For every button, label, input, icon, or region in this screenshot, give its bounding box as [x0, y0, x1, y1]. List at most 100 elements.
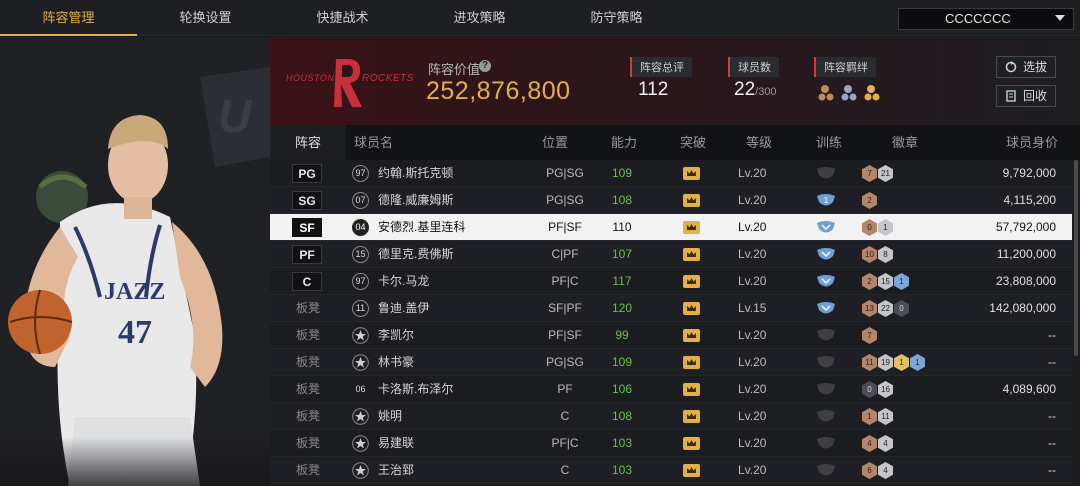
- team-dropdown[interactable]: CCCCCCC: [898, 8, 1074, 30]
- training-icon[interactable]: [815, 246, 837, 263]
- player-value: 11,200,000: [996, 247, 1056, 261]
- table-row[interactable]: SG 07 德隆.威廉姆斯 PG|SG 108 Lv.20 1 2 4,115,200: [270, 187, 1072, 214]
- player-name[interactable]: 李凯尔: [378, 322, 414, 349]
- player-ability: 117: [612, 274, 632, 288]
- col-lineup: 阵容: [270, 125, 346, 160]
- col-ability: 能力: [611, 135, 638, 150]
- col-value: 球员身价: [1006, 135, 1059, 150]
- player-value: --: [1048, 463, 1056, 477]
- recycle-button[interactable]: 回收: [996, 85, 1056, 107]
- lineup-value-label: 阵容价值: [428, 62, 481, 77]
- bond-icons[interactable]: [818, 83, 888, 103]
- player-name[interactable]: 姚明: [378, 403, 402, 430]
- training-icon[interactable]: [815, 273, 837, 290]
- table-row[interactable]: SF 04 安德烈.基里连科 PF|SF 110 Lv.20 0 1 57,792,000: [270, 214, 1072, 241]
- breakthrough-crown-icon[interactable]: [683, 275, 700, 288]
- player-name[interactable]: 安德烈.基里连科: [378, 214, 465, 241]
- training-icon[interactable]: [815, 381, 837, 398]
- breakthrough-crown-icon[interactable]: [683, 356, 700, 369]
- lineup-slot-badge: SG: [292, 191, 322, 210]
- player-name[interactable]: 约翰.斯托克顿: [378, 160, 453, 187]
- table-row[interactable]: 板凳 王治郅 C 103 Lv.20 6 4 --: [270, 457, 1072, 484]
- bench-label: 板凳: [296, 463, 321, 477]
- training-icon[interactable]: [815, 408, 837, 425]
- breakthrough-crown-icon[interactable]: [683, 248, 700, 261]
- training-icon[interactable]: 1: [815, 192, 837, 209]
- tab-offense-strategy[interactable]: 进攻策略: [411, 0, 548, 36]
- table-row[interactable]: C 97 卡尔.马龙 PF|C 117 Lv.20 2 15 1 23,808,000: [270, 268, 1072, 295]
- player-name[interactable]: 卡尔.马龙: [378, 268, 429, 295]
- player-level: Lv.20: [738, 409, 767, 423]
- breakthrough-crown-icon[interactable]: [683, 437, 700, 450]
- breakthrough-crown-icon[interactable]: [683, 194, 700, 207]
- table-row[interactable]: 板凳 姚明 C 108 Lv.20 1 11 --: [270, 403, 1072, 430]
- badge-icon: 1: [862, 408, 877, 425]
- breakthrough-crown-icon[interactable]: [683, 167, 700, 180]
- badge-icon: 11: [878, 408, 893, 425]
- col-badges: 徽章: [892, 135, 919, 150]
- select-button[interactable]: 选拔: [996, 56, 1056, 78]
- training-icon[interactable]: [815, 219, 837, 236]
- bench-label: 板凳: [296, 301, 321, 315]
- jersey-number: 07: [352, 192, 369, 209]
- stat-player-count: 球员数 22/300: [728, 57, 779, 100]
- table-row[interactable]: 板凳 06 卡洛斯.布泽尔 PF 106 Lv.20 0 16 4,089,600: [270, 376, 1072, 403]
- player-ability: 103: [611, 463, 633, 477]
- player-level: Lv.20: [738, 220, 767, 234]
- player-ability: 120: [611, 301, 633, 315]
- badge-icon: 0: [862, 381, 877, 398]
- breakthrough-crown-icon[interactable]: [683, 302, 700, 315]
- col-name: 球员名: [354, 135, 394, 150]
- table-row[interactable]: 板凳 林书豪 PG|SG 109 Lv.20 11 19 1 1 --: [270, 349, 1072, 376]
- training-icon[interactable]: [815, 354, 837, 371]
- table-row[interactable]: 板凳 李凯尔 PF|SF 99 Lv.20 7 --: [270, 322, 1072, 349]
- breakthrough-crown-icon[interactable]: [683, 221, 700, 234]
- training-icon[interactable]: [815, 327, 837, 344]
- help-icon[interactable]: ?: [479, 60, 491, 72]
- jersey-number: 47: [118, 314, 152, 351]
- scrollbar[interactable]: [1074, 160, 1078, 356]
- player-ability: 107: [611, 247, 633, 261]
- player-name[interactable]: 卡洛斯.布泽尔: [378, 376, 453, 403]
- tab-defense-strategy[interactable]: 防守策略: [548, 0, 685, 36]
- player-name[interactable]: 鲁迪.盖伊: [378, 295, 429, 322]
- bench-label: 板凳: [296, 328, 321, 342]
- training-icon[interactable]: [815, 435, 837, 452]
- player-name[interactable]: 林书豪: [378, 349, 414, 376]
- breakthrough-crown-icon[interactable]: [683, 329, 700, 342]
- breakthrough-crown-icon[interactable]: [683, 464, 700, 477]
- player-position: PF|SF: [548, 328, 582, 342]
- player-name[interactable]: 德里克.费佛斯: [378, 241, 453, 268]
- roster-table-header: 阵容 球员名 位置 能力 突破 等级 训练 徽章 球员身价: [270, 125, 1080, 160]
- badge-icon: 7: [862, 327, 877, 344]
- tab-quick-tactics[interactable]: 快捷战术: [274, 0, 411, 36]
- star-icon: [352, 435, 369, 452]
- refresh-icon: [1005, 61, 1017, 73]
- recycle-button-label: 回收: [1023, 89, 1048, 103]
- training-icon[interactable]: [815, 165, 837, 182]
- player-name[interactable]: 易建联: [378, 430, 414, 457]
- table-row[interactable]: 板凳 11 鲁迪.盖伊 SF|PF 120 Lv.15 13 22 0 142,080,000: [270, 295, 1072, 322]
- table-row[interactable]: PG 97 约翰.斯托克顿 PG|SG 109 Lv.20 7 21 9,792,000: [270, 160, 1072, 187]
- stat-player-count-label: 球员数: [728, 57, 779, 77]
- col-level: 等级: [746, 135, 773, 150]
- team-dropdown-value: CCCCCCC: [945, 11, 1011, 26]
- breakthrough-crown-icon[interactable]: [683, 383, 700, 396]
- badge-icon: 15: [878, 273, 893, 290]
- player-name[interactable]: 王治郅: [378, 457, 414, 484]
- tab-rotation-settings[interactable]: 轮换设置: [137, 0, 274, 36]
- player-position: PF|C: [551, 436, 579, 450]
- table-row[interactable]: PF 15 德里克.费佛斯 C|PF 107 Lv.20 10 8 11,200,000: [270, 241, 1072, 268]
- player-level: Lv.20: [738, 193, 767, 207]
- stat-overall-label: 阵容总评: [630, 57, 692, 77]
- team-summary-header: HOUSTON ROCKETS 阵容价值 ? 252,876,800 阵容总评 …: [270, 37, 1080, 125]
- bench-label: 板凳: [296, 409, 321, 423]
- tab-lineup-management[interactable]: 阵容管理: [0, 0, 137, 36]
- breakthrough-crown-icon[interactable]: [683, 410, 700, 423]
- player-ability: 109: [611, 166, 633, 180]
- training-icon[interactable]: [815, 462, 837, 479]
- table-row[interactable]: 板凳 易建联 PF|C 103 Lv.20 4 4 --: [270, 430, 1072, 457]
- badge-icon: 0: [894, 300, 909, 317]
- player-name[interactable]: 德隆.威廉姆斯: [378, 187, 453, 214]
- training-icon[interactable]: [815, 300, 837, 317]
